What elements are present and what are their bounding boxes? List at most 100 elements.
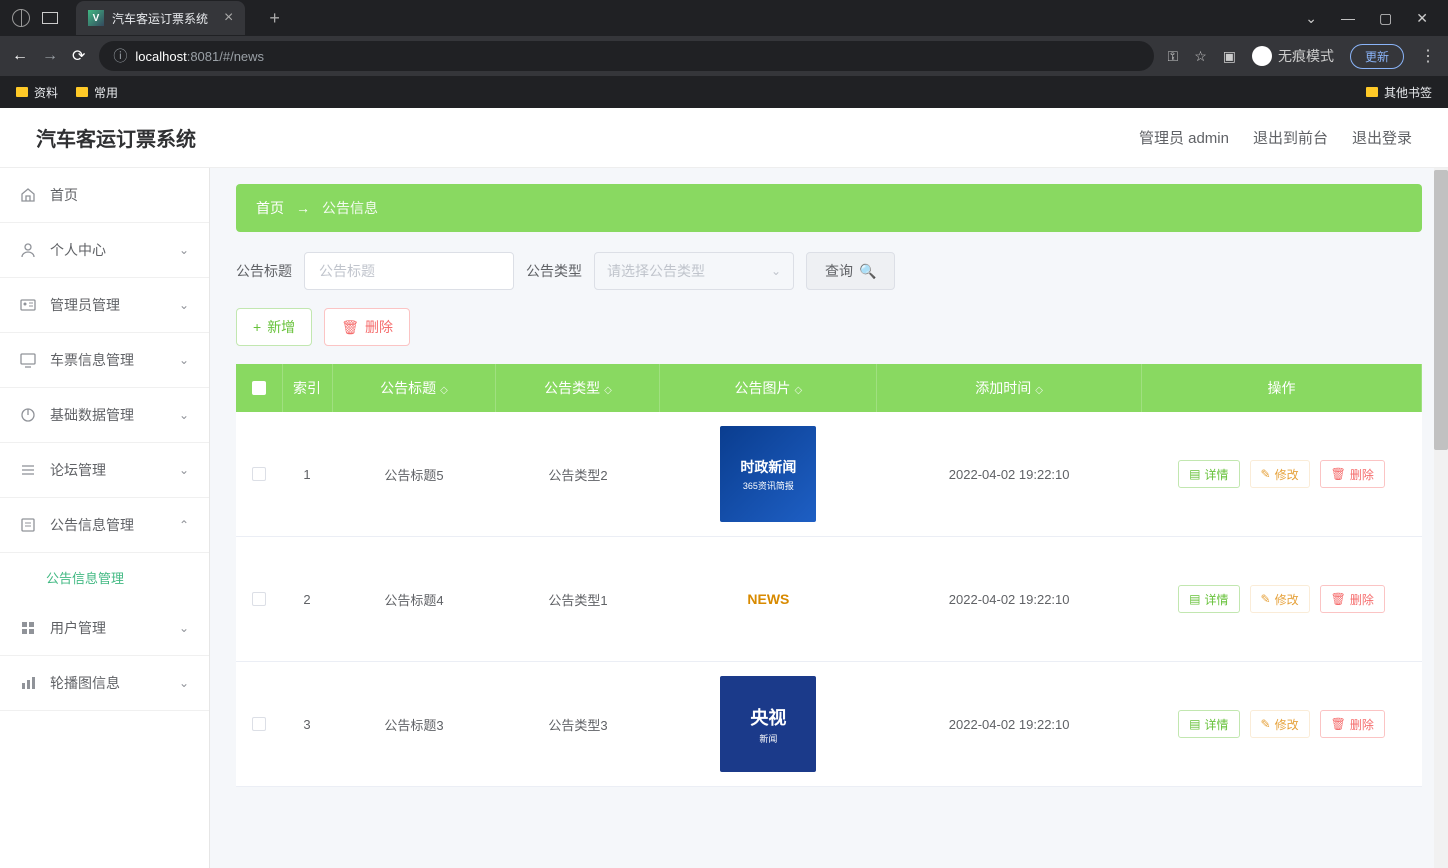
minimize-button[interactable]: — — [1341, 10, 1355, 26]
filter-type-label: 公告类型 — [526, 261, 582, 281]
key-icon[interactable]: ⚿ — [1168, 48, 1179, 65]
chevron-down-icon: ⌄ — [771, 264, 781, 278]
grid-icon — [20, 620, 36, 636]
star-icon[interactable]: ☆ — [1194, 48, 1207, 65]
col-action: 操作 — [1142, 364, 1422, 412]
bookmark-other[interactable]: 其他书签 — [1366, 84, 1432, 101]
sidebar: 首页 个人中心 ⌄ 管理员管理 ⌄ 车票信息管理 ⌄ 基础数据管理 ⌄ — [0, 168, 210, 868]
delete-button[interactable]: 🗑 删除 — [324, 308, 410, 346]
filter-type-select[interactable]: 请选择公告类型 ⌄ — [594, 252, 794, 290]
sidebar-item-home[interactable]: 首页 — [0, 168, 209, 223]
bookmark-bar: 资料 常用 其他书签 — [0, 76, 1448, 108]
url-input[interactable]: ⓘ localhost:8081/#/news — [99, 41, 1153, 71]
chevron-down-icon: ⌄ — [179, 621, 189, 635]
new-tab-button[interactable]: + — [269, 8, 280, 29]
detail-button[interactable]: ▤详情 — [1178, 460, 1239, 488]
update-button[interactable]: 更新 — [1350, 44, 1404, 69]
window-icon — [42, 12, 58, 24]
reload-button[interactable]: ⟳ — [72, 46, 85, 66]
row-delete-button[interactable]: 🗑删除 — [1320, 585, 1385, 613]
user-icon — [20, 242, 36, 258]
trash-icon: 🗑 — [1331, 717, 1346, 731]
bookmark-item[interactable]: 资料 — [16, 84, 58, 101]
table-row: 2 公告标题4 公告类型1 NEWS 2022-04-02 19:22:10 ▤… — [236, 537, 1422, 662]
sort-icon: ◇ — [1035, 385, 1043, 396]
home-icon — [20, 187, 36, 203]
scrollbar[interactable] — [1434, 168, 1448, 868]
tab-bar: V 汽车客运订票系统 × + ⌄ — ▢ ✕ — [0, 0, 1448, 36]
sidebar-item-admin[interactable]: 管理员管理 ⌄ — [0, 278, 209, 333]
cell-index: 3 — [282, 662, 332, 787]
power-icon — [20, 407, 36, 423]
tab-favicon: V — [88, 10, 104, 26]
col-time[interactable]: 添加时间◇ — [877, 364, 1142, 412]
sidebar-item-notice[interactable]: 公告信息管理 ⌃ — [0, 498, 209, 553]
sidebar-item-forum[interactable]: 论坛管理 ⌄ — [0, 443, 209, 498]
app-title: 汽车客运订票系统 — [36, 123, 196, 152]
row-checkbox[interactable] — [252, 467, 266, 481]
sidebar-item-user[interactable]: 用户管理 ⌄ — [0, 601, 209, 656]
maximize-button[interactable]: ▢ — [1379, 10, 1392, 27]
document-icon: ▤ — [1189, 717, 1200, 731]
sidebar-subitem-notice[interactable]: 公告信息管理 — [0, 553, 209, 601]
breadcrumb-arrow: → — [296, 200, 310, 216]
logout-link[interactable]: 退出登录 — [1352, 127, 1412, 148]
checkbox-all[interactable] — [252, 381, 266, 395]
bookmark-item[interactable]: 常用 — [76, 84, 118, 101]
row-delete-button[interactable]: 🗑删除 — [1320, 710, 1385, 738]
table-row: 1 公告标题5 公告类型2 时政新闻365资讯简报 2022-04-02 19:… — [236, 412, 1422, 537]
sidebar-item-personal[interactable]: 个人中心 ⌄ — [0, 223, 209, 278]
cell-image: NEWS — [720, 551, 816, 647]
back-button[interactable]: ← — [12, 47, 28, 65]
search-button[interactable]: 查询 🔍 — [806, 252, 895, 290]
cell-index: 1 — [282, 412, 332, 537]
browser-chrome: V 汽车客运订票系统 × + ⌄ — ▢ ✕ ← → ⟳ ⓘ localhost… — [0, 0, 1448, 108]
col-type[interactable]: 公告类型◇ — [496, 364, 660, 412]
col-index: 索引 — [282, 364, 332, 412]
edit-button[interactable]: ✎修改 — [1250, 710, 1310, 738]
incognito-indicator[interactable]: 无痕模式 — [1252, 46, 1334, 66]
cell-type: 公告类型2 — [496, 412, 660, 537]
browser-tab[interactable]: V 汽车客运订票系统 × — [76, 1, 245, 35]
detail-button[interactable]: ▤详情 — [1178, 585, 1239, 613]
cell-title: 公告标题5 — [332, 412, 496, 537]
user-label[interactable]: 管理员 admin — [1139, 127, 1229, 148]
table-row: 3 公告标题3 公告类型3 央视新闻 2022-04-02 19:22:10 ▤… — [236, 662, 1422, 787]
col-img[interactable]: 公告图片◇ — [660, 364, 877, 412]
exit-to-front-link[interactable]: 退出到前台 — [1253, 127, 1328, 148]
sidebar-item-carousel[interactable]: 轮播图信息 ⌄ — [0, 656, 209, 711]
tab-close-icon[interactable]: × — [224, 9, 233, 27]
chevron-down-icon: ⌄ — [179, 408, 189, 422]
folder-icon — [1366, 87, 1378, 97]
col-title[interactable]: 公告标题◇ — [332, 364, 496, 412]
add-button[interactable]: + 新增 — [236, 308, 312, 346]
filter-title-input[interactable] — [304, 252, 514, 290]
site-info-icon: ⓘ — [113, 46, 127, 66]
close-window-button[interactable]: ✕ — [1416, 10, 1428, 27]
extensions-icon[interactable]: ▣ — [1223, 48, 1236, 65]
detail-button[interactable]: ▤详情 — [1178, 710, 1239, 738]
cell-type: 公告类型1 — [496, 537, 660, 662]
sort-icon: ◇ — [795, 385, 803, 396]
menu-dots-icon[interactable]: ⋮ — [1420, 46, 1436, 66]
edit-button[interactable]: ✎修改 — [1250, 460, 1310, 488]
chevron-down-icon: ⌄ — [179, 298, 189, 312]
sort-icon: ◇ — [440, 385, 448, 396]
sidebar-item-ticket[interactable]: 车票信息管理 ⌄ — [0, 333, 209, 388]
chevron-down-icon: ⌄ — [179, 676, 189, 690]
chevron-up-icon: ⌃ — [179, 518, 189, 532]
chevron-down-icon: ⌄ — [179, 353, 189, 367]
forward-button[interactable]: → — [42, 47, 58, 65]
chevron-down-icon[interactable]: ⌄ — [1305, 10, 1317, 27]
breadcrumb-home[interactable]: 首页 — [256, 198, 284, 218]
trash-icon: 🗑 — [1331, 592, 1346, 606]
plus-icon: + — [253, 319, 261, 335]
trash-icon: 🗑 — [1331, 467, 1346, 481]
cell-time: 2022-04-02 19:22:10 — [877, 662, 1142, 787]
row-checkbox[interactable] — [252, 592, 266, 606]
sidebar-item-basedata[interactable]: 基础数据管理 ⌄ — [0, 388, 209, 443]
cell-time: 2022-04-02 19:22:10 — [877, 537, 1142, 662]
edit-button[interactable]: ✎修改 — [1250, 585, 1310, 613]
row-delete-button[interactable]: 🗑删除 — [1320, 460, 1385, 488]
row-checkbox[interactable] — [252, 717, 266, 731]
